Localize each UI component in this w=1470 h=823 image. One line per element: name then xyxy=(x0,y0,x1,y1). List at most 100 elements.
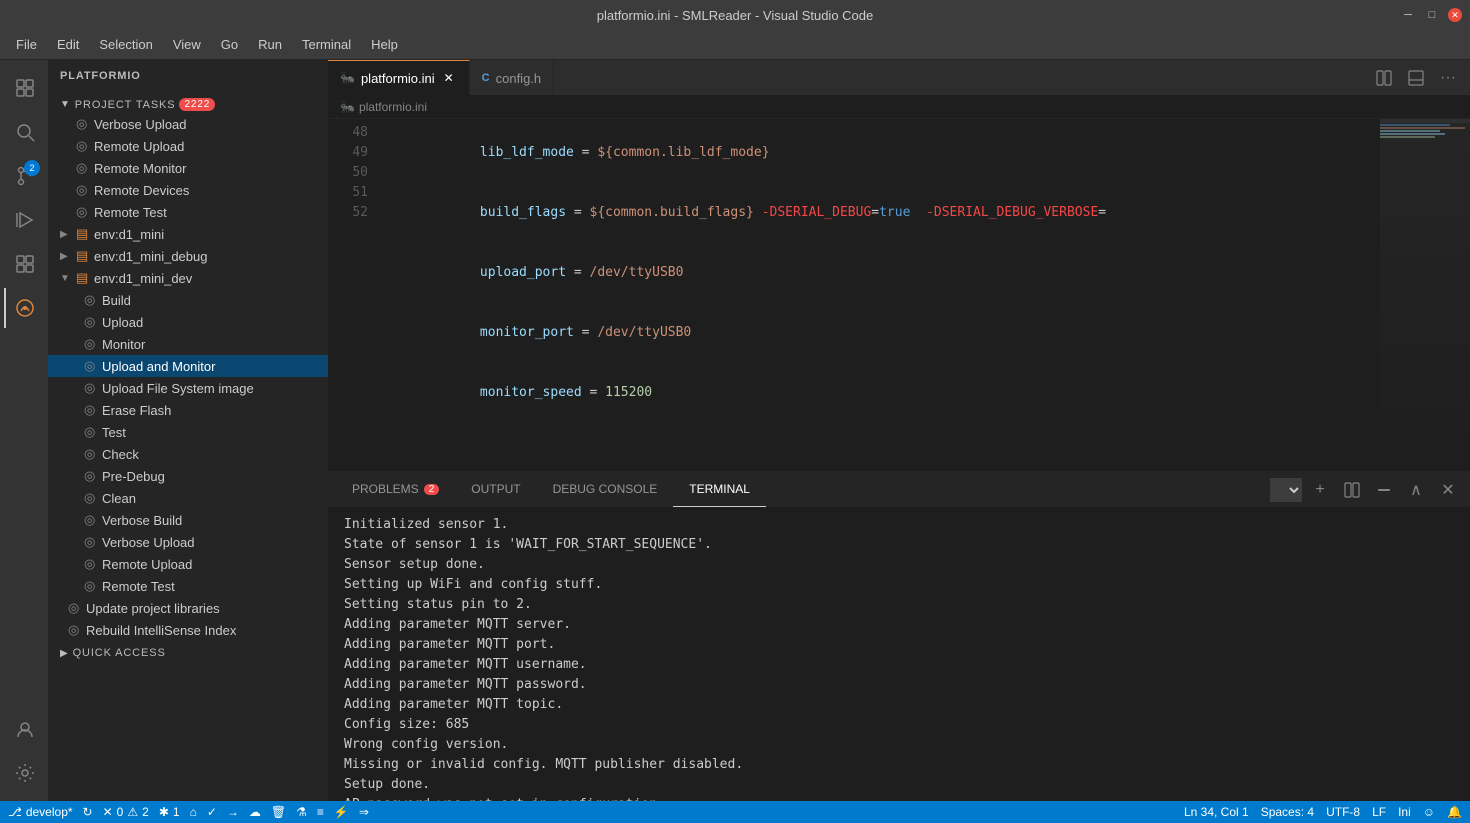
home-status[interactable]: ⌂ xyxy=(190,805,197,819)
sync-status[interactable]: ↻ xyxy=(83,805,93,819)
feedback-status[interactable]: ☺ xyxy=(1423,805,1435,819)
git-branch-status[interactable]: ⎇ develop* xyxy=(8,805,73,819)
language-status[interactable]: Ini xyxy=(1398,805,1411,819)
terminal-line: Setting status pin to 2. xyxy=(344,595,1454,615)
task-check[interactable]: ◎ Check xyxy=(48,443,328,465)
split-editor-button[interactable] xyxy=(1370,66,1398,90)
terminal-content[interactable]: Initialized sensor 1. State of sensor 1 … xyxy=(328,507,1470,801)
c-file-tab-icon: C xyxy=(482,72,490,84)
line-ending-status[interactable]: LF xyxy=(1372,805,1386,819)
tab-output[interactable]: OUTPUT xyxy=(455,472,536,507)
task-remote-upload-top[interactable]: ◎ Remote Upload xyxy=(48,135,328,157)
tab-problems[interactable]: PROBLEMS 2 xyxy=(336,472,455,507)
task-remote-monitor[interactable]: ◎ Remote Monitor xyxy=(48,157,328,179)
delete-status[interactable]: 🗑 xyxy=(271,805,286,819)
beaker-status[interactable]: ⚗ xyxy=(296,805,307,819)
list-status[interactable]: ≡ xyxy=(317,805,324,819)
search-activity-icon[interactable] xyxy=(4,112,44,152)
trash-icon: 🗑 xyxy=(271,805,286,819)
task-clean[interactable]: ◎ Clean xyxy=(48,487,328,509)
platformio-activity-icon[interactable] xyxy=(4,288,44,328)
tasks-count: 1 xyxy=(173,805,180,819)
maximize-button[interactable]: □ xyxy=(1424,7,1440,23)
tasks-status[interactable]: ✱ 1 xyxy=(159,805,180,819)
tab-terminal[interactable]: TERMINAL xyxy=(673,472,766,507)
title-bar: platformio.ini - SMLReader - Visual Stud… xyxy=(0,0,1470,30)
menu-run[interactable]: Run xyxy=(250,33,290,56)
errors-status[interactable]: ✕ 0 ⚠ 2 xyxy=(103,805,149,819)
task-update-libraries[interactable]: ◎ Update project libraries xyxy=(48,597,328,619)
task-verbose-build[interactable]: ◎ Verbose Build xyxy=(48,509,328,531)
project-tasks-section[interactable]: ▼ PROJECT TASKS 2222 xyxy=(48,92,328,113)
menu-edit[interactable]: Edit xyxy=(49,33,87,56)
menu-help[interactable]: Help xyxy=(363,33,406,56)
right-arrow-status[interactable]: ⇒ xyxy=(359,805,369,819)
source-control-activity-icon[interactable]: 2 xyxy=(4,156,44,196)
menu-go[interactable]: Go xyxy=(213,33,246,56)
task-test[interactable]: ◎ Test xyxy=(48,421,328,443)
run-activity-icon[interactable] xyxy=(4,200,44,240)
terminal-selector[interactable] xyxy=(1270,478,1302,502)
task-circle-icon: ◎ xyxy=(84,424,102,440)
more-actions-button[interactable]: ··· xyxy=(1434,66,1462,90)
task-pre-debug[interactable]: ◎ Pre-Debug xyxy=(48,465,328,487)
line-numbers: 48 49 50 51 52 xyxy=(328,119,378,471)
task-remote-devices[interactable]: ◎ Remote Devices xyxy=(48,179,328,201)
menu-view[interactable]: View xyxy=(165,33,209,56)
arrow-status[interactable]: → xyxy=(227,805,239,819)
toggle-panel-button[interactable] xyxy=(1402,66,1430,90)
close-panel-button[interactable]: ✕ xyxy=(1434,478,1462,502)
cloud-status[interactable]: ☁ xyxy=(249,805,261,819)
task-upload-and-monitor[interactable]: ◎ Upload and Monitor xyxy=(48,355,328,377)
home-icon: ⌂ xyxy=(190,805,197,819)
kill-terminal-button[interactable] xyxy=(1370,478,1398,502)
accounts-activity-icon[interactable] xyxy=(4,709,44,749)
power-status[interactable]: ⚡ xyxy=(334,805,349,819)
extensions-activity-icon[interactable] xyxy=(4,244,44,284)
quick-access-section[interactable]: ▶ QUICK ACCESS xyxy=(48,641,328,661)
cursor-position-label: Ln 34, Col 1 xyxy=(1184,805,1249,819)
tab-config-h[interactable]: C config.h xyxy=(470,60,555,95)
tab-debug-console[interactable]: DEBUG CONSOLE xyxy=(537,472,674,507)
panel-tab-actions: + ∧ ✕ xyxy=(1270,478,1462,502)
menu-file[interactable]: File xyxy=(8,33,45,56)
task-verbose-upload-top[interactable]: ◎ Verbose Upload xyxy=(48,113,328,135)
task-upload-filesystem[interactable]: ◎ Upload File System image xyxy=(48,377,328,399)
code-content[interactable]: lib_ldf_mode = ${common.lib_ldf_mode} bu… xyxy=(378,119,1380,471)
maximize-panel-button[interactable]: ∧ xyxy=(1402,478,1430,502)
env-d1-mini-dev[interactable]: ▼ ▤ env:d1_mini_dev xyxy=(48,267,328,289)
encoding-status[interactable]: UTF-8 xyxy=(1326,805,1360,819)
check-status[interactable]: ✓ xyxy=(207,805,217,819)
menu-selection[interactable]: Selection xyxy=(91,33,160,56)
task-rebuild-intellisense[interactable]: ◎ Rebuild IntelliSense Index xyxy=(48,619,328,641)
split-terminal-button[interactable] xyxy=(1338,478,1366,502)
minimize-button[interactable]: ─ xyxy=(1400,7,1416,23)
close-button[interactable]: ✕ xyxy=(1448,8,1462,22)
cursor-position-status[interactable]: Ln 34, Col 1 xyxy=(1184,805,1249,819)
task-circle-icon: ◎ xyxy=(84,556,102,572)
task-remote-test-top[interactable]: ◎ Remote Test xyxy=(48,201,328,223)
notifications-status[interactable]: 🔔 xyxy=(1447,805,1462,819)
tab-platformio-ini[interactable]: 🐜 platformio.ini ✕ xyxy=(328,60,470,95)
new-terminal-button[interactable]: + xyxy=(1306,478,1334,502)
task-monitor[interactable]: ◎ Monitor xyxy=(48,333,328,355)
task-remote-test[interactable]: ◎ Remote Test xyxy=(48,575,328,597)
task-circle-icon: ◎ xyxy=(84,468,102,484)
arrow-icon: → xyxy=(227,805,239,819)
spaces-status[interactable]: Spaces: 4 xyxy=(1261,805,1314,819)
menu-terminal[interactable]: Terminal xyxy=(294,33,359,56)
task-verbose-upload[interactable]: ◎ Verbose Upload xyxy=(48,531,328,553)
explorer-activity-icon[interactable] xyxy=(4,68,44,108)
line-ending-label: LF xyxy=(1372,805,1386,819)
task-remote-upload[interactable]: ◎ Remote Upload xyxy=(48,553,328,575)
code-editor[interactable]: 48 49 50 51 52 lib_ldf_mode = ${common.l… xyxy=(328,119,1470,801)
check-icon: ✓ xyxy=(207,805,217,819)
output-label: OUTPUT xyxy=(471,482,520,496)
tab-close-platformio-ini[interactable]: ✕ xyxy=(441,70,457,86)
task-build[interactable]: ◎ Build xyxy=(48,289,328,311)
env-d1-mini[interactable]: ▶ ▤ env:d1_mini xyxy=(48,223,328,245)
env-d1-mini-debug[interactable]: ▶ ▤ env:d1_mini_debug xyxy=(48,245,328,267)
settings-activity-icon[interactable] xyxy=(4,753,44,793)
task-upload[interactable]: ◎ Upload xyxy=(48,311,328,333)
task-erase-flash[interactable]: ◎ Erase Flash xyxy=(48,399,328,421)
